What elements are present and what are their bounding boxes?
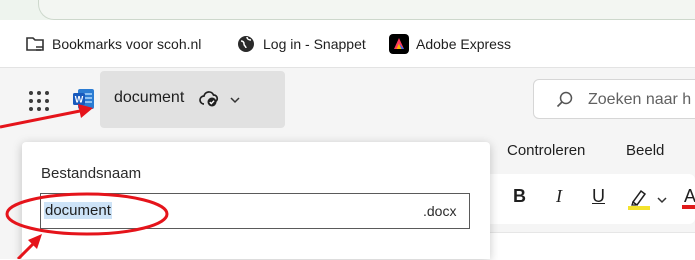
bookmark-adobe-express[interactable]: Adobe Express <box>389 34 511 54</box>
app-launcher-icon[interactable] <box>28 90 50 112</box>
bookmarks-bar: Bookmarks voor scoh.nl Log in - Snappet … <box>0 20 695 68</box>
bold-button[interactable]: B <box>513 186 526 207</box>
italic-button[interactable]: I <box>556 186 562 207</box>
search-box[interactable]: Zoeken naar h <box>533 79 695 119</box>
document-title[interactable]: document <box>114 89 184 107</box>
chevron-down-icon[interactable] <box>656 193 668 205</box>
bookmark-folder-icon <box>25 34 45 54</box>
tab-controleren[interactable]: Controleren <box>507 142 585 159</box>
chevron-down-icon[interactable] <box>229 93 241 105</box>
active-tab-edge[interactable] <box>38 0 695 20</box>
word-icon: W <box>73 88 95 110</box>
filename-selected-text[interactable]: document <box>44 202 112 219</box>
svg-text:W: W <box>75 95 84 105</box>
search-icon <box>556 91 574 109</box>
search-placeholder: Zoeken naar h <box>588 91 692 108</box>
highlight-icon[interactable] <box>627 185 653 211</box>
font-color-swatch <box>682 205 695 209</box>
tab-beeld[interactable]: Beeld <box>626 142 664 159</box>
cloud-saved-icon <box>199 89 219 109</box>
browser-tab-strip <box>0 0 695 20</box>
file-extension: .docx <box>423 203 457 219</box>
bookmark-label: Bookmarks voor scoh.nl <box>52 36 202 52</box>
filename-label: Bestandsnaam <box>41 165 142 182</box>
document-canvas[interactable] <box>480 232 695 260</box>
bookmark-label: Adobe Express <box>416 36 511 52</box>
font-color-button[interactable]: A <box>684 186 695 207</box>
globe-icon <box>236 34 256 54</box>
bookmark-scoh[interactable]: Bookmarks voor scoh.nl <box>25 34 201 54</box>
underline-button[interactable]: U <box>592 186 605 207</box>
adobe-express-icon <box>389 34 409 54</box>
bookmark-snappet[interactable]: Log in - Snappet <box>236 34 366 54</box>
bookmark-label: Log in - Snappet <box>263 36 366 52</box>
